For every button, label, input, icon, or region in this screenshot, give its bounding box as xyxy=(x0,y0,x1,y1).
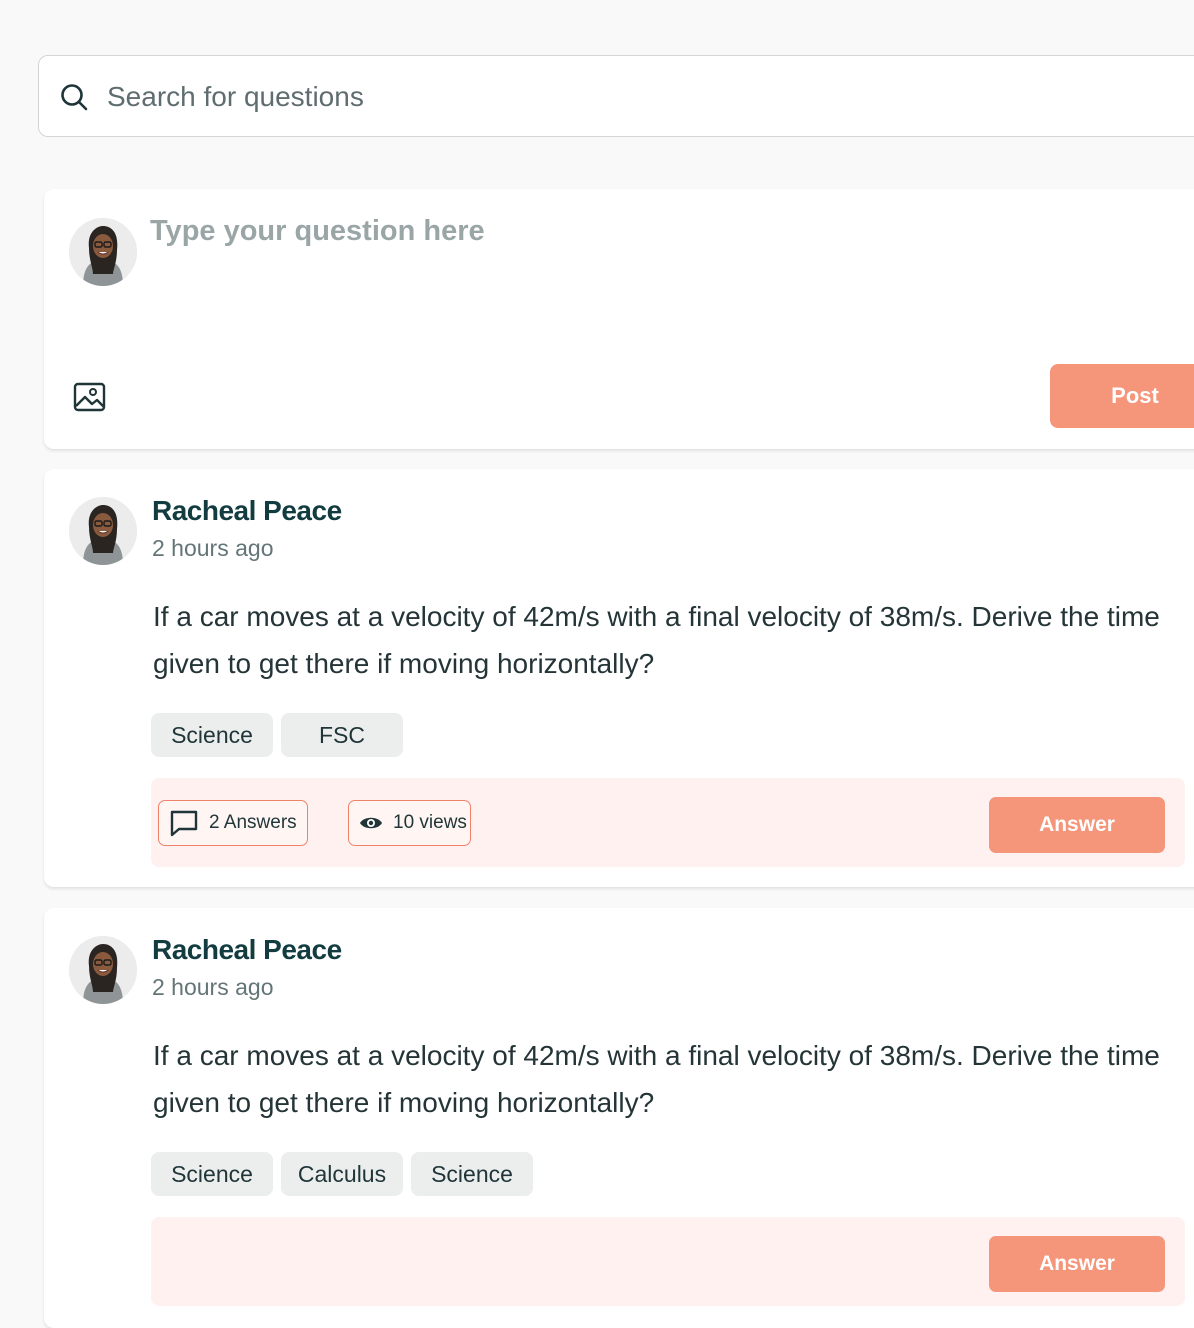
answer-button[interactable]: Answer xyxy=(989,1236,1165,1292)
author-name[interactable]: Racheal Peace xyxy=(152,495,342,527)
search-icon xyxy=(61,84,88,111)
question-text: If a car moves at a velocity of 42m/s wi… xyxy=(153,1040,1160,1118)
question-text: If a car moves at a velocity of 42m/s wi… xyxy=(153,601,1160,679)
question-input[interactable] xyxy=(148,213,1152,337)
tag-list: Science FSC xyxy=(151,713,403,757)
question-card: Racheal Peace 2 hours ago If a car moves… xyxy=(44,469,1194,887)
post-button[interactable]: Post xyxy=(1050,364,1194,428)
avatar xyxy=(69,497,137,565)
answers-count[interactable]: 2 Answers xyxy=(158,800,308,846)
views-label: 10 views xyxy=(393,812,467,833)
views-count[interactable]: 10 views xyxy=(348,800,471,846)
post-time: 2 hours ago xyxy=(152,535,274,561)
tag[interactable]: FSC xyxy=(281,713,403,757)
post-time: 2 hours ago xyxy=(152,974,274,1000)
search-input[interactable] xyxy=(105,74,1009,120)
tag-list: Science Calculus Science xyxy=(151,1152,533,1196)
card-footer: 2 Answers 10 views Answer xyxy=(151,778,1185,867)
tag[interactable]: Science xyxy=(151,713,273,757)
image-upload-icon[interactable] xyxy=(72,379,108,415)
answer-button[interactable]: Answer xyxy=(989,797,1165,853)
eye-icon xyxy=(360,817,382,829)
comment-icon xyxy=(170,810,198,837)
author-name[interactable]: Racheal Peace xyxy=(152,934,342,966)
tag[interactable]: Science xyxy=(151,1152,273,1196)
avatar xyxy=(69,218,137,286)
avatar xyxy=(69,936,137,1004)
question-composer: Post xyxy=(44,189,1194,449)
search-bar[interactable] xyxy=(38,55,1194,137)
answers-label: 2 Answers xyxy=(209,812,297,833)
card-footer: Answer xyxy=(151,1217,1185,1306)
tag[interactable]: Calculus xyxy=(281,1152,403,1196)
question-card: Racheal Peace 2 hours ago If a car moves… xyxy=(44,908,1194,1328)
tag[interactable]: Science xyxy=(411,1152,533,1196)
